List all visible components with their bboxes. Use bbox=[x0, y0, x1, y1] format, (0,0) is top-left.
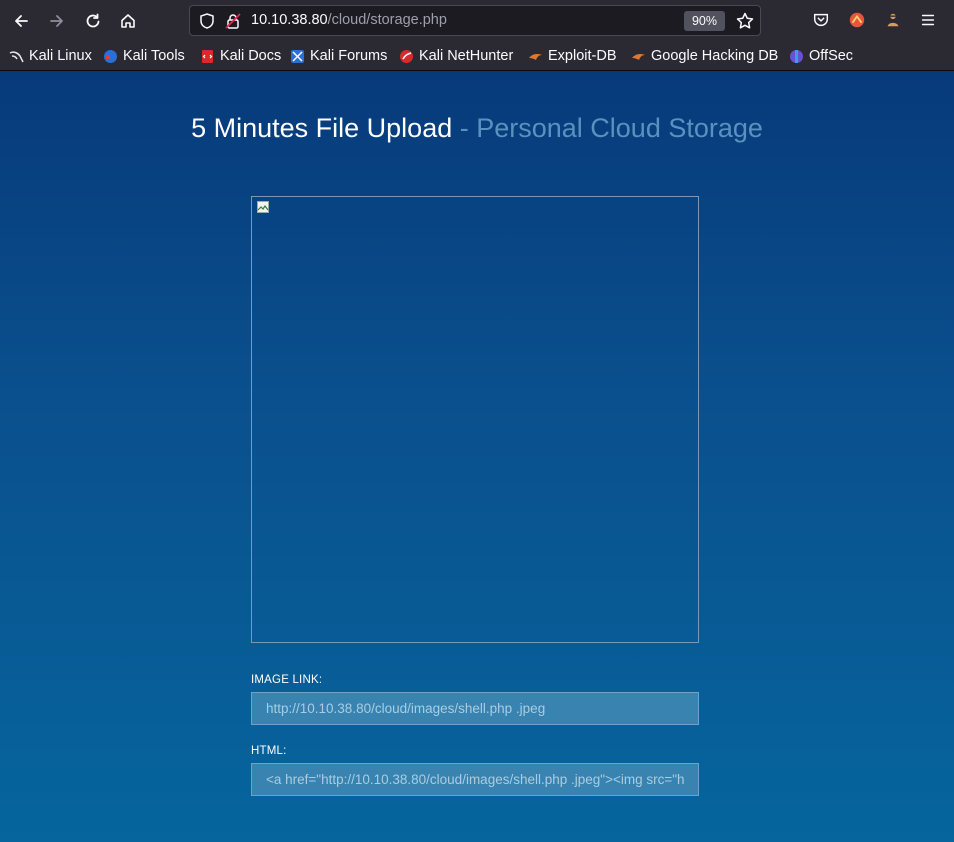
page-title-sub: - Personal Cloud Storage bbox=[452, 113, 763, 143]
reload-icon bbox=[86, 13, 100, 28]
kali-tools-icon bbox=[104, 49, 117, 63]
home-button[interactable] bbox=[115, 8, 141, 34]
html-code-field[interactable] bbox=[251, 763, 699, 796]
app-menu-button[interactable] bbox=[918, 10, 938, 30]
bookmark-label: Exploit-DB bbox=[548, 48, 617, 64]
page-title-main: 5 Minutes File Upload bbox=[191, 113, 453, 143]
kali-forums-icon bbox=[291, 49, 304, 63]
image-link-label: IMAGE LINK: bbox=[251, 674, 323, 686]
bookmarks-bar: Kali Linux Kali Tools Kali Docs Kali For… bbox=[0, 41, 954, 71]
reload-button[interactable] bbox=[80, 8, 106, 34]
arrow-right-icon bbox=[50, 15, 63, 27]
insecure-lock-icon[interactable] bbox=[224, 12, 242, 30]
extension-button-1[interactable] bbox=[847, 10, 867, 30]
uploaded-image[interactable] bbox=[251, 196, 699, 643]
bookmark-kali-tools[interactable]: Kali Tools bbox=[103, 46, 185, 66]
bookmark-label: OffSec bbox=[809, 48, 854, 64]
broken-image-icon bbox=[257, 201, 269, 213]
bookmark-exploit-db[interactable]: Exploit-DB bbox=[528, 46, 617, 66]
home-icon bbox=[121, 14, 135, 28]
back-button[interactable] bbox=[8, 8, 34, 34]
pocket-button[interactable] bbox=[811, 10, 831, 30]
forward-button[interactable] bbox=[44, 8, 70, 34]
bookmark-kali-forums[interactable]: Kali Forums bbox=[290, 46, 387, 66]
url-host: 10.10.38.80 bbox=[251, 12, 328, 28]
kali-dragon-icon bbox=[9, 50, 24, 62]
bookmark-label: Kali NetHunter bbox=[419, 48, 514, 64]
bookmark-label: Kali Linux bbox=[29, 48, 92, 64]
bookmark-label: Google Hacking DB bbox=[651, 48, 779, 64]
url-text[interactable]: 10.10.38.80/cloud/storage.php bbox=[251, 12, 447, 28]
bookmark-label: Kali Tools bbox=[123, 48, 185, 64]
bookmark-offsec[interactable]: OffSec bbox=[789, 46, 853, 66]
ghdb-icon bbox=[632, 53, 645, 60]
bookmark-google-hacking-db[interactable]: Google Hacking DB bbox=[631, 46, 778, 66]
page-content: 5 Minutes File Upload - Personal Cloud S… bbox=[0, 71, 954, 842]
url-path: /cloud/storage.php bbox=[327, 12, 447, 28]
tracking-shield-icon[interactable] bbox=[198, 12, 216, 30]
pocket-icon bbox=[813, 13, 829, 27]
bookmark-star-icon[interactable] bbox=[735, 11, 755, 31]
hamburger-menu-icon bbox=[921, 14, 935, 26]
offsec-icon bbox=[790, 49, 803, 63]
bookmark-label: Kali Docs bbox=[220, 48, 282, 64]
html-label: HTML: bbox=[251, 745, 287, 757]
extension-button-2[interactable] bbox=[883, 10, 903, 30]
zoom-level-badge[interactable]: 90% bbox=[684, 11, 725, 31]
exploit-db-icon bbox=[529, 53, 542, 60]
kali-docs-icon bbox=[202, 49, 213, 63]
bookmark-kali-docs[interactable]: Kali Docs bbox=[200, 46, 281, 66]
bookmark-label: Kali Forums bbox=[310, 48, 388, 64]
url-bar[interactable]: 10.10.38.80/cloud/storage.php 90% bbox=[189, 5, 761, 36]
page-title: 5 Minutes File Upload - Personal Cloud S… bbox=[0, 113, 954, 144]
browser-toolbar: 10.10.38.80/cloud/storage.php 90% bbox=[0, 0, 954, 41]
extension-fox-icon bbox=[849, 12, 865, 28]
bookmark-kali-nethunter[interactable]: Kali NetHunter bbox=[399, 46, 513, 66]
arrow-left-icon bbox=[15, 15, 28, 27]
extension-agent-icon bbox=[887, 13, 899, 27]
bookmark-kali-linux[interactable]: Kali Linux bbox=[9, 46, 92, 66]
nethunter-icon bbox=[400, 49, 413, 63]
image-link-field[interactable] bbox=[251, 692, 699, 725]
